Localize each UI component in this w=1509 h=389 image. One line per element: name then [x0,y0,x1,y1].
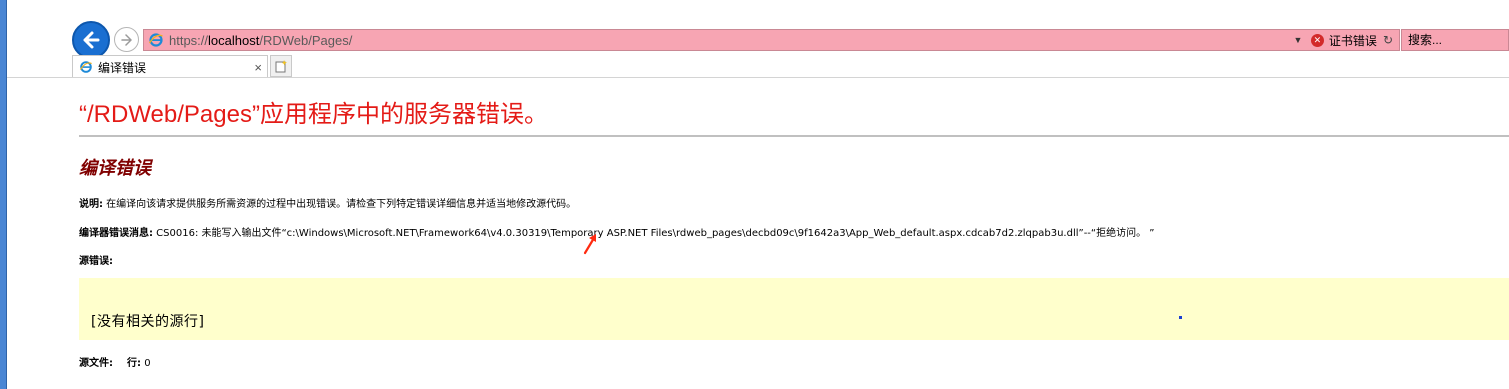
forward-button[interactable] [114,27,139,52]
tab-label: 编译错误 [98,60,147,75]
line-value: 0 [144,358,151,369]
forward-arrow-icon [120,33,132,46]
source-file-row: 源文件: 行: 0 [79,354,151,369]
back-button[interactable] [72,21,110,59]
page-content: “/RDWeb/Pages”应用程序中的服务器错误。 编译错误 说明: 在编译向… [79,78,1509,389]
url-path: /RDWeb/Pages/ [259,32,353,48]
title-divider [79,135,1509,137]
address-bar[interactable]: https://localhost/RDWeb/Pages/ ▼ ✕ 证书错误 … [143,29,1400,51]
window-left-edge [0,0,7,389]
cert-error-label[interactable]: 证书错误 [1329,32,1377,49]
ie-icon [148,32,164,48]
description-row: 说明: 在编译向该请求提供服务所需资源的过程中出现错误。请检查下列特定错误详细信… [79,195,576,210]
tab-ie-icon [78,59,94,75]
new-tab-button[interactable] [270,55,292,77]
url-host: localhost [208,32,260,48]
compile-error-row: 编译器错误消息: CS0016: 未能写入输出文件“c:\Windows\Mic… [79,224,1154,239]
search-box[interactable] [1401,29,1509,51]
line-label: 行: [127,358,141,369]
compile-error-text: CS0016: 未能写入输出文件“c:\Windows\Microsoft.NE… [153,228,1155,239]
source-code-text: [没有相关的源行] [91,314,205,330]
refresh-icon[interactable]: ↻ [1383,33,1393,47]
compile-error-label: 编译器错误消息: [79,228,153,239]
source-error-row: 源错误: [79,252,113,267]
description-text: 在编译向该请求提供服务所需资源的过程中出现错误。请检查下列特定错误详细信息并适当… [103,199,577,210]
annotation-arrow-icon [583,234,596,255]
back-arrow-icon [83,31,100,49]
browser-chrome: https://localhost/RDWeb/Pages/ ▼ ✕ 证书错误 … [7,0,1509,78]
cert-error-icon[interactable]: ✕ [1310,33,1324,47]
url-text[interactable]: https://localhost/RDWeb/Pages/ [169,33,1291,48]
url-scheme: https:// [169,32,209,48]
source-file-label: 源文件: [79,358,113,369]
description-label: 说明: [79,199,103,210]
source-error-label: 源错误: [79,256,113,267]
search-input[interactable] [1402,30,1508,50]
tab-close-icon[interactable]: × [254,60,262,75]
address-dropdown-icon[interactable]: ▼ [1291,35,1305,45]
source-code-block: [没有相关的源行] [79,278,1509,340]
tab-compile-error[interactable]: 编译错误 × [72,55,268,78]
stray-dot [1179,316,1182,319]
new-tab-icon [275,60,287,73]
page-title: “/RDWeb/Pages”应用程序中的服务器错误。 [79,101,548,128]
section-title: 编译错误 [79,158,151,179]
